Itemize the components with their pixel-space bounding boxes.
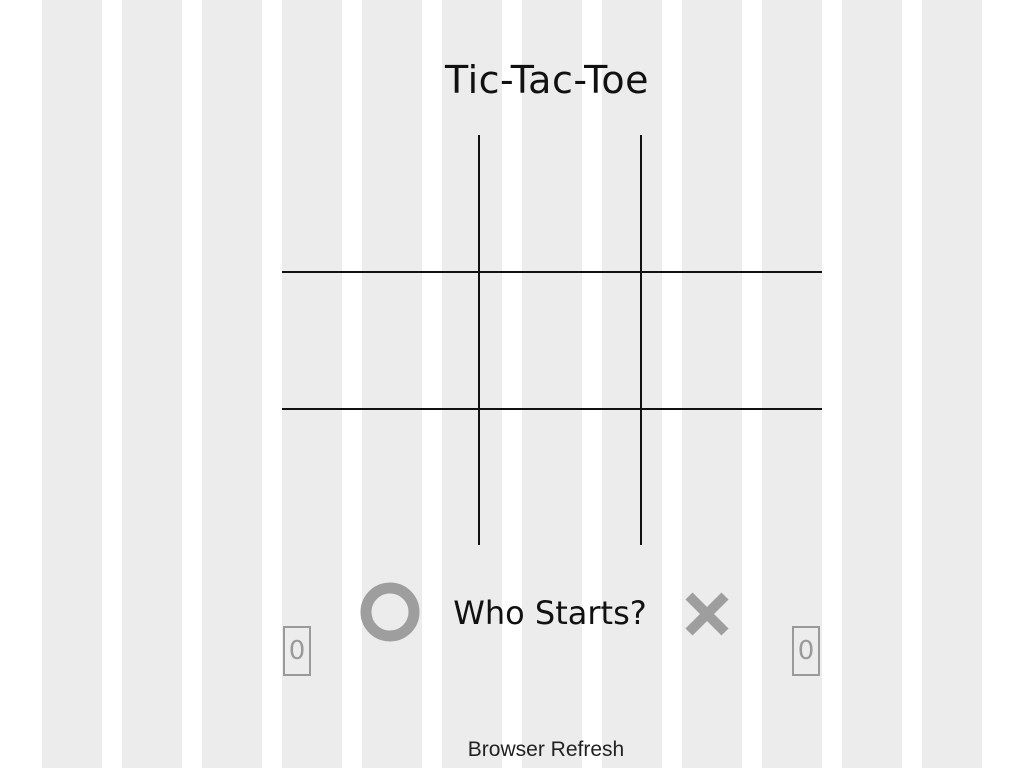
board-cell-9[interactable]	[642, 410, 822, 545]
board-cell-4[interactable]	[282, 273, 478, 408]
o-mark-icon[interactable]	[360, 582, 420, 642]
background-stripe	[122, 0, 182, 768]
board-cell-6[interactable]	[642, 273, 822, 408]
who-starts-prompt: Who Starts?	[453, 594, 647, 632]
board-cell-3[interactable]	[642, 135, 822, 271]
board-cell-1[interactable]	[282, 135, 478, 271]
o-mark-icon-graphic	[360, 582, 420, 642]
background-stripe	[842, 0, 902, 768]
background-stripe	[922, 0, 982, 768]
board-cell-2[interactable]	[480, 135, 640, 271]
browser-refresh-link[interactable]: Browser Refresh	[420, 738, 672, 762]
x-mark-icon-graphic	[685, 592, 729, 636]
game-page: Tic-Tac-Toe 0 Who Starts? 0 Browser Refr…	[0, 0, 1024, 768]
background-stripe	[202, 0, 262, 768]
board-cell-8[interactable]	[480, 410, 640, 545]
board-cell-5[interactable]	[480, 273, 640, 408]
game-title: Tic-Tac-Toe	[445, 58, 649, 102]
game-board	[282, 135, 822, 545]
board-cell-7[interactable]	[282, 410, 478, 545]
background-stripe	[42, 0, 102, 768]
o-score-counter: 0	[283, 626, 311, 676]
x-score-counter: 0	[792, 626, 820, 676]
x-mark-icon[interactable]	[683, 590, 731, 638]
